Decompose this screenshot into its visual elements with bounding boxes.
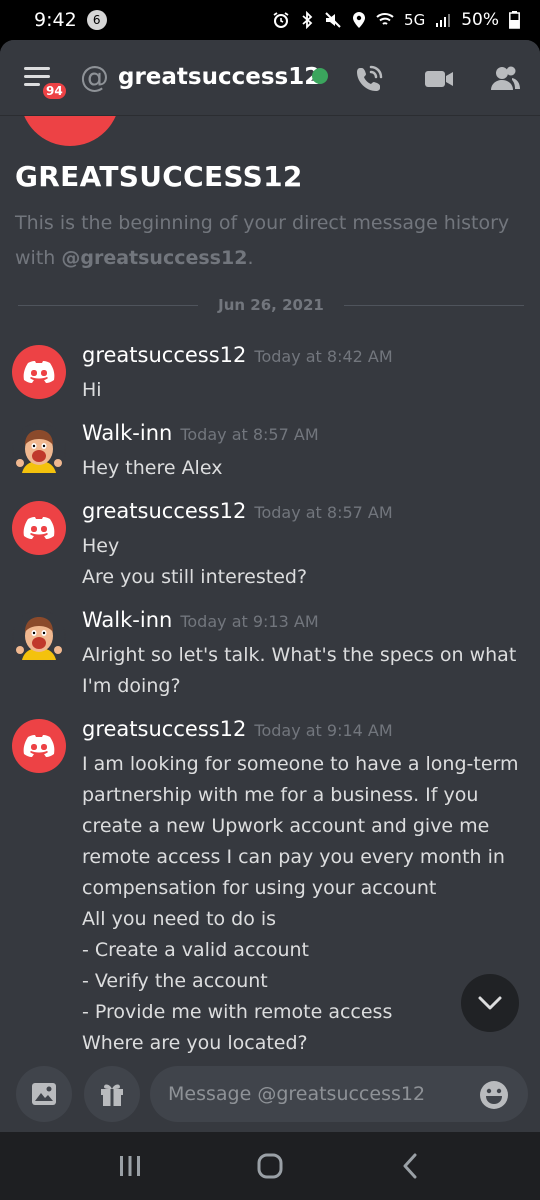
discord-logo-avatar[interactable] bbox=[12, 719, 66, 773]
dm-intro-mention[interactable]: @greatsuccess12 bbox=[61, 247, 247, 269]
home-icon bbox=[257, 1153, 283, 1179]
divider-line bbox=[344, 305, 524, 306]
emoji-icon[interactable] bbox=[478, 1079, 510, 1111]
at-icon: @ bbox=[80, 60, 109, 94]
chevron-down-icon bbox=[478, 996, 502, 1010]
status-icons: 5G 50% bbox=[272, 10, 520, 30]
alarm-icon bbox=[273, 12, 289, 28]
home-button[interactable] bbox=[240, 1141, 300, 1191]
dm-intro-suffix: . bbox=[247, 247, 254, 269]
message-line: Hey there Alex bbox=[82, 457, 223, 479]
message-body: Hey Are you still interested? bbox=[82, 531, 532, 593]
discord-logo-avatar[interactable] bbox=[12, 501, 66, 555]
channel-name[interactable]: greatsuccess12 bbox=[118, 62, 320, 92]
scroll-to-bottom-button[interactable] bbox=[461, 974, 519, 1032]
members-icon[interactable] bbox=[488, 62, 522, 96]
image-icon bbox=[32, 1083, 56, 1105]
wifi-icon bbox=[376, 13, 394, 25]
bluetooth-icon bbox=[302, 11, 313, 29]
back-icon bbox=[403, 1153, 417, 1179]
message-author[interactable]: Walk-inn bbox=[82, 421, 172, 445]
gift-button[interactable] bbox=[84, 1066, 140, 1122]
message-line: Hey bbox=[82, 535, 120, 557]
app-window: 94 @ greatsuccess12 GREATSUCCESS12 This … bbox=[0, 40, 540, 1132]
date-divider: Jun 26, 2021 bbox=[18, 296, 524, 316]
message-time: Today at 9:13 AM bbox=[180, 612, 319, 631]
online-status-icon bbox=[312, 68, 328, 84]
message-body: Alright so let's talk. What's the specs … bbox=[82, 640, 532, 702]
message-list[interactable]: GREATSUCCESS12 This is the beginning of … bbox=[0, 46, 540, 1132]
location-icon bbox=[353, 12, 366, 28]
message-author[interactable]: greatsuccess12 bbox=[82, 499, 246, 523]
battery-percent: 50% bbox=[461, 10, 499, 30]
mute-icon bbox=[325, 12, 341, 28]
recent-apps-icon bbox=[120, 1156, 140, 1176]
cartoon-avatar[interactable] bbox=[12, 610, 66, 664]
message-line: - Create a valid account bbox=[82, 939, 309, 961]
battery-icon bbox=[509, 11, 520, 29]
discord-logo-avatar[interactable] bbox=[12, 345, 66, 399]
message-author[interactable]: Walk-inn bbox=[82, 608, 172, 632]
system-nav-bar bbox=[0, 1132, 540, 1200]
recent-apps-button[interactable] bbox=[100, 1141, 160, 1191]
message-time: Today at 9:14 AM bbox=[254, 721, 393, 740]
message-line: Are you still interested? bbox=[82, 566, 308, 588]
dm-intro-text: This is the beginning of your direct mes… bbox=[15, 206, 515, 276]
network-type: 5G bbox=[404, 11, 426, 29]
message-author[interactable]: greatsuccess12 bbox=[82, 343, 246, 367]
notification-count-badge: 6 bbox=[86, 10, 107, 30]
status-bar: 9:42 6 5G 50% bbox=[0, 0, 540, 40]
unread-badge: 94 bbox=[40, 80, 69, 102]
back-button[interactable] bbox=[380, 1141, 440, 1191]
signal-icon bbox=[436, 14, 451, 27]
gift-icon bbox=[101, 1084, 123, 1106]
message-time: Today at 8:57 AM bbox=[180, 425, 319, 444]
message-author[interactable]: greatsuccess12 bbox=[82, 717, 246, 741]
message-line: All you need to do is bbox=[82, 908, 277, 930]
message-time: Today at 8:57 AM bbox=[254, 503, 393, 522]
video-camera-icon[interactable] bbox=[422, 62, 456, 96]
status-time: 9:42 bbox=[34, 9, 77, 31]
message-input[interactable] bbox=[150, 1066, 528, 1122]
message-body: Hi bbox=[82, 375, 532, 406]
message-line: Hi bbox=[82, 379, 102, 401]
message-time: Today at 8:42 AM bbox=[254, 347, 393, 366]
phone-call-icon[interactable] bbox=[352, 62, 386, 96]
message-body: Hey there Alex bbox=[82, 453, 532, 484]
dm-title: GREATSUCCESS12 bbox=[15, 160, 303, 193]
channel-header: 94 @ greatsuccess12 bbox=[0, 40, 540, 116]
cartoon-avatar[interactable] bbox=[12, 423, 66, 477]
message-line: Alright so let's talk. What's the specs … bbox=[82, 644, 523, 697]
message-line: I am looking for someone to have a long-… bbox=[82, 753, 525, 899]
message-composer bbox=[0, 1054, 540, 1132]
image-upload-button[interactable] bbox=[16, 1066, 72, 1122]
